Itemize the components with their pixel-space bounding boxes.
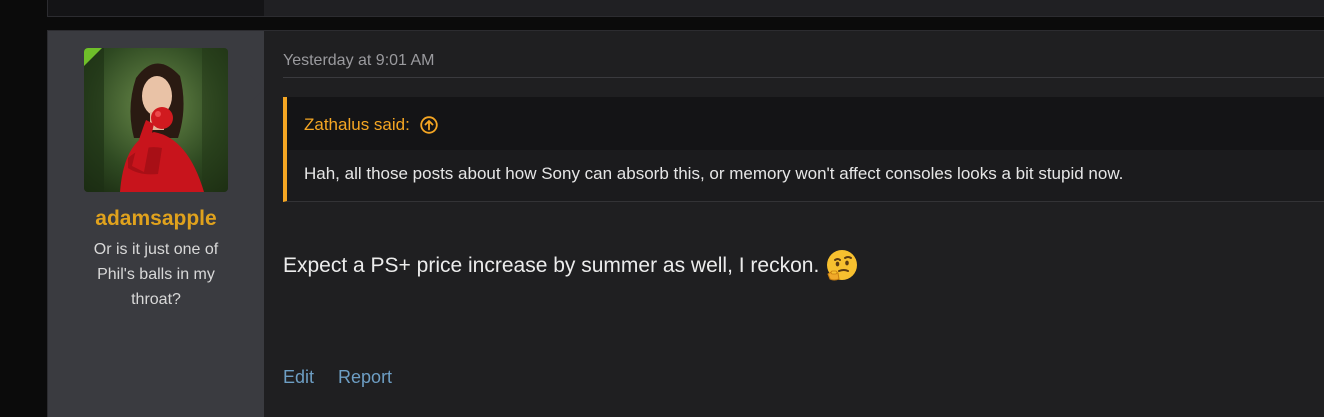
- quote-block: Zathalus said: Hah, all those posts abou…: [283, 97, 1324, 202]
- quote-author-link[interactable]: Zathalus said:: [304, 115, 438, 135]
- username-link[interactable]: adamsapple: [48, 207, 264, 231]
- arrow-up-circle-icon[interactable]: [420, 116, 438, 134]
- post-content: Yesterday at 9:01 AM Zathalus said: Hah,…: [283, 31, 1324, 417]
- quote-header: Zathalus said:: [287, 97, 1324, 150]
- post-container: adamsapple Or is it just one of Phil's b…: [47, 30, 1324, 417]
- post-timestamp[interactable]: Yesterday at 9:01 AM: [283, 52, 435, 70]
- user-title: Or is it just one of Phil's balls in my …: [93, 241, 219, 308]
- post-header-divider: [283, 77, 1324, 78]
- post-actions: Edit Report: [283, 367, 392, 388]
- quote-text: Hah, all those posts about how Sony can …: [304, 164, 1124, 183]
- thread-page: adamsapple Or is it just one of Phil's b…: [0, 0, 1324, 417]
- avatar-photo-icon: [84, 48, 228, 192]
- quote-body: Hah, all those posts about how Sony can …: [287, 150, 1324, 201]
- thinking-face-icon: [825, 249, 859, 283]
- report-link[interactable]: Report: [338, 367, 392, 388]
- post-message: Expect a PS+ price increase by summer as…: [283, 249, 859, 283]
- sidebar-pointer: [250, 75, 264, 103]
- edit-link[interactable]: Edit: [283, 367, 314, 388]
- post-author-sidebar: adamsapple Or is it just one of Phil's b…: [48, 31, 264, 417]
- message-text: Expect a PS+ price increase by summer as…: [283, 254, 820, 277]
- previous-post-fragment: [47, 0, 1324, 17]
- avatar[interactable]: [84, 48, 228, 192]
- previous-post-sidebar: [48, 0, 264, 16]
- quote-author-label: Zathalus said:: [304, 115, 410, 134]
